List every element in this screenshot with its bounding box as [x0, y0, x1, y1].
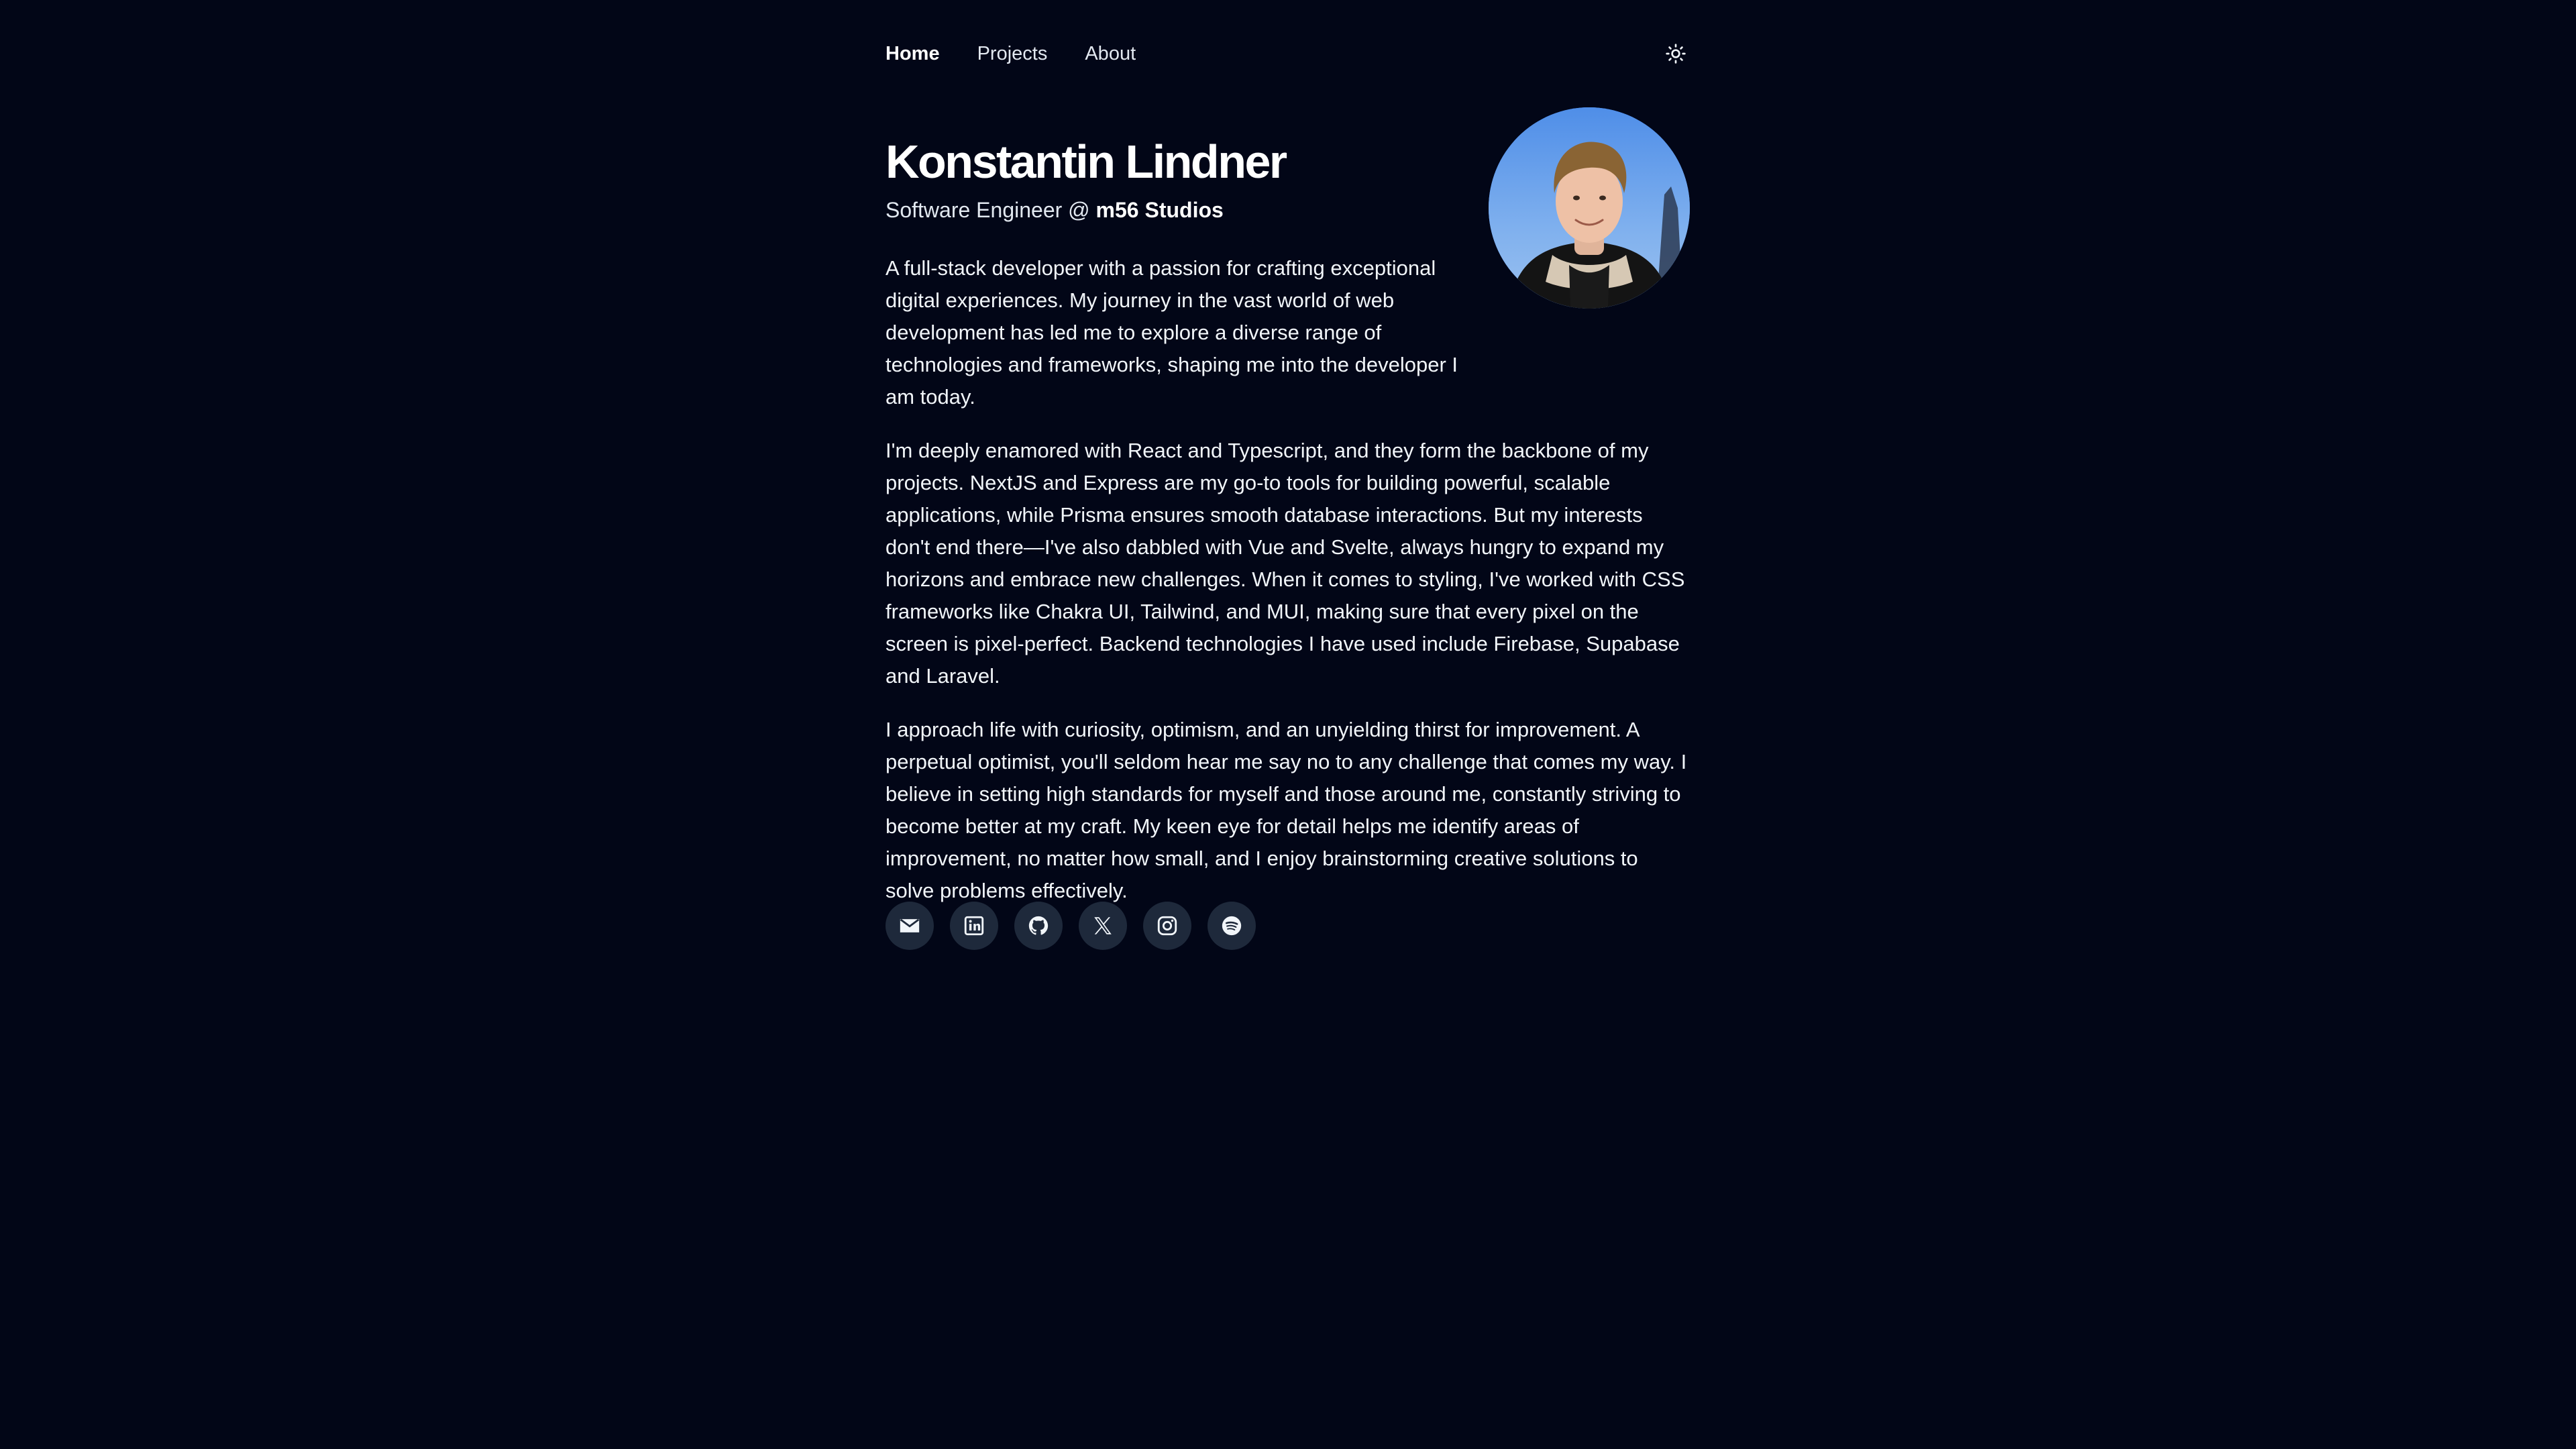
x-icon [1094, 917, 1112, 934]
linkedin-link[interactable] [950, 902, 998, 950]
instagram-link[interactable] [1143, 902, 1191, 950]
bio-section: A full-stack developer with a passion fo… [885, 252, 1690, 928]
spotify-icon [1222, 916, 1242, 936]
bio-paragraph: I approach life with curiosity, optimism… [885, 718, 1687, 902]
github-link[interactable] [1014, 902, 1063, 950]
theme-toggle-button[interactable] [1662, 40, 1689, 67]
github-icon [1028, 916, 1049, 935]
nav-home-link[interactable]: Home [885, 43, 940, 65]
email-link[interactable] [885, 902, 934, 950]
x-link[interactable] [1079, 902, 1127, 950]
linkedin-icon [964, 916, 984, 936]
spotify-link[interactable] [1208, 902, 1256, 950]
bio-paragraph: A full-stack developer with a passion fo… [885, 256, 1458, 409]
sun-icon [1666, 44, 1686, 64]
top-nav: Home Projects About [885, 39, 1690, 68]
bio-paragraph: I'm deeply enamored with React and Types… [885, 439, 1685, 688]
profile-name: Konstantin Lindner [885, 136, 1287, 188]
nav-projects-link[interactable]: Projects [977, 43, 1048, 65]
nav-about-link[interactable]: About [1085, 43, 1136, 65]
profile-subtitle: Software Engineer @ m56 Studios [885, 196, 1224, 224]
nav-links: Home Projects About [885, 43, 1136, 65]
job-title: Software Engineer @ [885, 198, 1096, 222]
company-name: m56 Studios [1095, 198, 1224, 222]
social-links [885, 902, 1256, 950]
mail-icon [900, 918, 920, 932]
instagram-icon [1157, 916, 1177, 936]
